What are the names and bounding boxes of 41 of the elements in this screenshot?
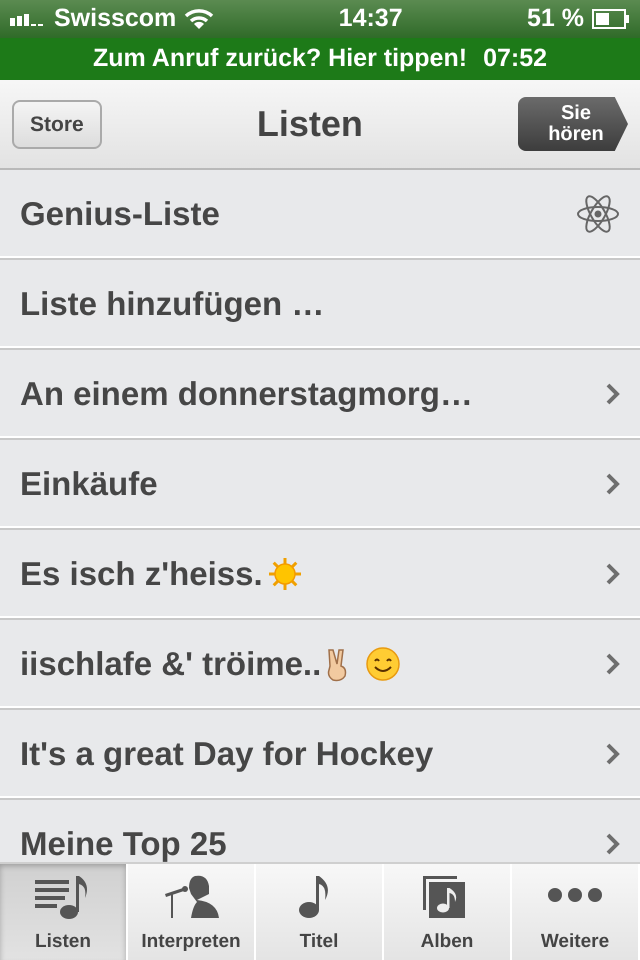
- signal-icon: [10, 12, 46, 26]
- carrier-name: Swisscom: [54, 3, 176, 34]
- row-label: Es isch z'heiss.: [20, 554, 263, 594]
- chevron-icon: [606, 833, 620, 855]
- list-row[interactable]: iischlafe &' tröime..: [0, 620, 640, 710]
- call-banner-text[interactable]: Zum Anruf zurück? Hier tippen!: [92, 40, 468, 78]
- chevron-icon: [606, 743, 620, 765]
- smiley-icon: [366, 647, 400, 681]
- tab-item[interactable]: Titel: [256, 864, 384, 960]
- more-icon: [548, 888, 602, 902]
- chevron-icon: [606, 563, 620, 585]
- row-label: Einkäufe: [20, 464, 158, 504]
- chevron-icon: [606, 653, 620, 675]
- list-row[interactable]: Genius-Liste: [0, 170, 640, 260]
- list-row[interactable]: Es isch z'heiss.: [0, 530, 640, 620]
- tab-item[interactable]: Alben: [384, 864, 512, 960]
- tab-item[interactable]: Interpreten: [128, 864, 256, 960]
- row-label: Liste hinzufügen …: [20, 284, 324, 324]
- row-label: An einem donnerstagmorg…: [20, 374, 473, 414]
- chevron-icon: [606, 383, 620, 405]
- list-row[interactable]: Einkäufe: [0, 440, 640, 530]
- list-row[interactable]: It's a great Day for Hockey: [0, 710, 640, 800]
- sun-icon: [268, 558, 301, 590]
- nav-title: Listen: [256, 102, 363, 146]
- clock-time: 14:37: [338, 4, 403, 32]
- list-row[interactable]: An einem donnerstagmorg…: [0, 350, 640, 440]
- now-playing-button[interactable]: Sie hören: [518, 97, 628, 151]
- row-label: Meine Top 25: [20, 824, 227, 862]
- wifi-icon: [184, 8, 214, 30]
- battery-percent: 51 %: [527, 3, 584, 34]
- row-label: It's a great Day for Hockey: [20, 734, 434, 774]
- tab-item[interactable]: Weitere: [512, 864, 640, 960]
- tab-item[interactable]: Listen: [0, 864, 128, 960]
- store-button[interactable]: Store: [12, 100, 102, 148]
- victory-hand-icon: [328, 649, 347, 682]
- call-duration: 07:52: [483, 43, 548, 74]
- row-label: iischlafe &' tröime..: [20, 644, 322, 684]
- chevron-icon: [606, 473, 620, 495]
- row-label: Genius-Liste: [20, 194, 220, 234]
- list-row[interactable]: Liste hinzufügen …: [0, 260, 640, 350]
- battery-icon: [592, 9, 630, 29]
